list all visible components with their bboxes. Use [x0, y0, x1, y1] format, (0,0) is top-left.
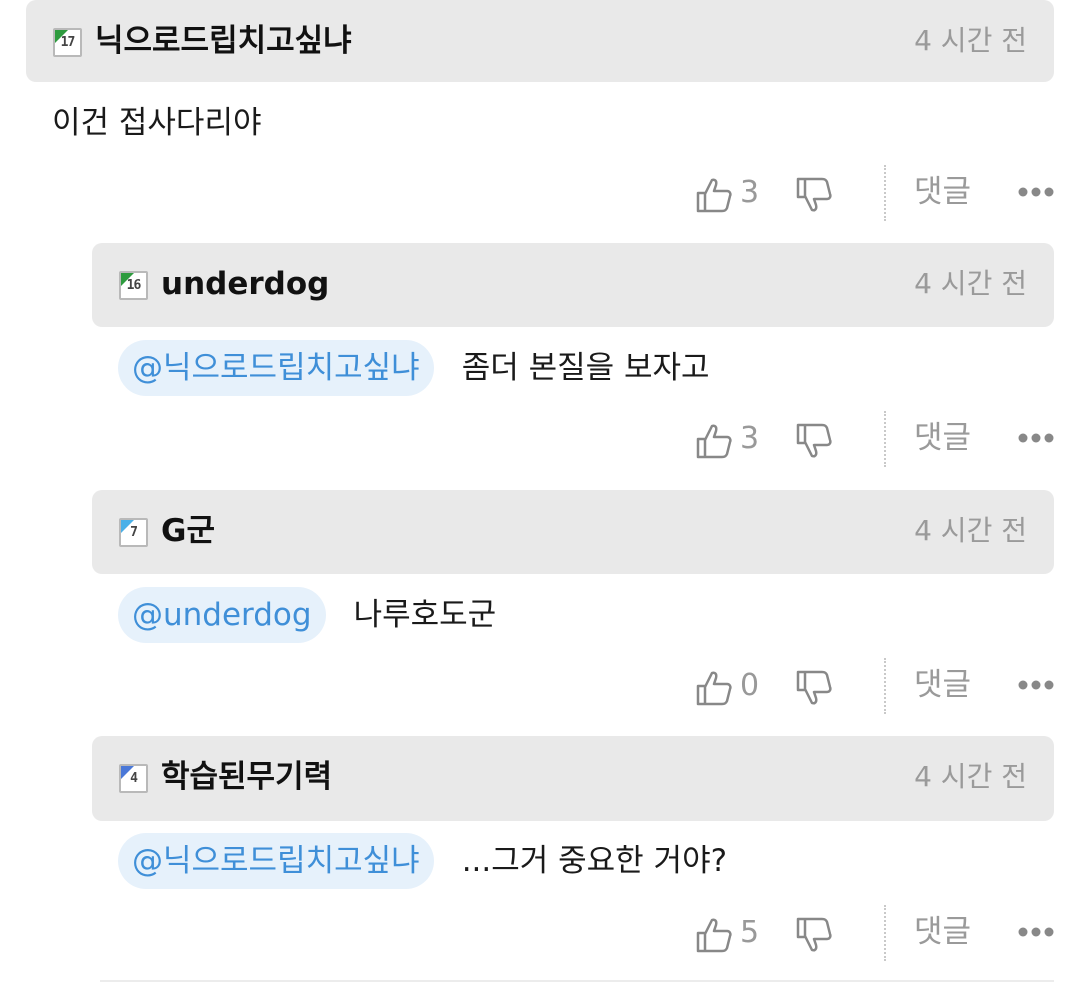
author-name[interactable]: 닉으로드립치고싶냐 — [95, 20, 352, 62]
thumbs-down-icon[interactable] — [794, 915, 834, 955]
level-badge: 7 — [119, 518, 148, 547]
author-name[interactable]: G군 — [161, 510, 215, 552]
like-count: 3 — [740, 175, 760, 210]
comment-actions: 3 댓글 — [694, 165, 1054, 221]
comment-text: ...그거 중요한 거야? — [461, 843, 728, 879]
divider — [884, 658, 886, 714]
timestamp: 4 시간 전 — [914, 514, 1027, 547]
comment-header: 17 닉으로드립치고싶냐 4 시간 전 — [26, 0, 1054, 82]
thumbs-up-icon[interactable] — [694, 668, 734, 708]
thumbs-up-icon[interactable] — [694, 175, 734, 215]
level-badge: 17 — [53, 28, 82, 57]
comment-body: @닉으로드립치고싶냐 좀더 본질을 보자고 — [118, 340, 710, 396]
comment-text: 좀더 본질을 보자고 — [461, 350, 710, 386]
comment: 7 G군 4 시간 전 @underdog 나루호도군 0 댓글 — [92, 490, 1054, 736]
comment-body: @닉으로드립치고싶냐 ...그거 중요한 거야? — [118, 833, 727, 889]
divider-line — [100, 980, 1054, 982]
comment: 4 학습된무기력 4 시간 전 @닉으로드립치고싶냐 ...그거 중요한 거야?… — [92, 736, 1054, 982]
comment-header: 7 G군 4 시간 전 — [92, 490, 1054, 574]
like-count: 0 — [740, 668, 760, 703]
timestamp: 4 시간 전 — [914, 760, 1027, 793]
more-dots-icon[interactable] — [1018, 680, 1054, 690]
comment: 17 닉으로드립치고싶냐 4 시간 전 이건 접사다리야 3 댓글 — [26, 0, 1054, 246]
reply-button[interactable]: 댓글 — [914, 911, 971, 953]
more-dots-icon[interactable] — [1018, 187, 1054, 197]
comment-header: 16 underdog 4 시간 전 — [92, 243, 1054, 327]
divider — [884, 165, 886, 221]
comment-text: 나루호도군 — [353, 597, 497, 633]
reply-button[interactable]: 댓글 — [914, 417, 971, 459]
mention-tag[interactable]: @닉으로드립치고싶냐 — [118, 340, 434, 396]
mention-tag[interactable]: @닉으로드립치고싶냐 — [118, 833, 434, 889]
comment-actions: 5 댓글 — [694, 905, 1054, 961]
thumbs-up-icon[interactable] — [694, 915, 734, 955]
mention-tag[interactable]: @underdog — [118, 587, 326, 643]
thumbs-down-icon[interactable] — [794, 421, 834, 461]
reply-button[interactable]: 댓글 — [914, 664, 971, 706]
author-name[interactable]: 학습된무기력 — [161, 756, 332, 798]
level-badge: 16 — [119, 271, 148, 300]
more-dots-icon[interactable] — [1018, 433, 1054, 443]
comment: 16 underdog 4 시간 전 @닉으로드립치고싶냐 좀더 본질을 보자고… — [92, 243, 1054, 489]
more-dots-icon[interactable] — [1018, 927, 1054, 937]
timestamp: 4 시간 전 — [914, 24, 1027, 57]
comment-actions: 3 댓글 — [694, 411, 1054, 467]
thumbs-up-icon[interactable] — [694, 421, 734, 461]
timestamp: 4 시간 전 — [914, 267, 1027, 300]
reply-button[interactable]: 댓글 — [914, 171, 971, 213]
thumbs-down-icon[interactable] — [794, 175, 834, 215]
comment-text: 이건 접사다리야 — [52, 105, 262, 141]
level-badge: 4 — [119, 764, 148, 793]
thumbs-down-icon[interactable] — [794, 668, 834, 708]
comment-body: @underdog 나루호도군 — [118, 587, 496, 643]
comment-actions: 0 댓글 — [694, 658, 1054, 714]
divider — [884, 411, 886, 467]
like-count: 5 — [740, 915, 760, 950]
comment-header: 4 학습된무기력 4 시간 전 — [92, 736, 1054, 821]
comment-body: 이건 접사다리야 — [52, 95, 262, 151]
divider — [884, 905, 886, 961]
like-count: 3 — [740, 421, 760, 456]
author-name[interactable]: underdog — [161, 263, 329, 305]
